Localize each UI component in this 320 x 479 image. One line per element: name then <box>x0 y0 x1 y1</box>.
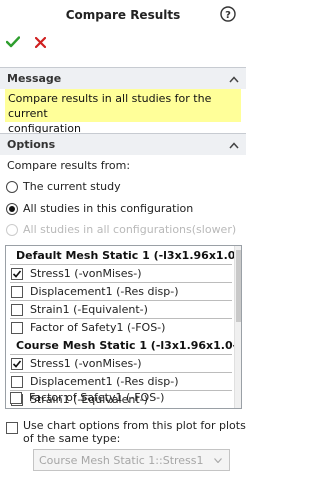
list-item-label: Stress1 (-vonMises-) <box>30 357 142 370</box>
list-item[interactable]: Factor of Safety1 (-FOS-) <box>10 390 230 406</box>
divider <box>10 354 232 355</box>
list-item[interactable]: Stress1 (-vonMises-) <box>11 266 231 282</box>
chart-source-dropdown[interactable]: Course Mesh Static 1::Stress1 <box>33 449 230 471</box>
checkbox-checked[interactable] <box>11 268 23 280</box>
message-section-title: Message <box>7 72 62 85</box>
radio-label: All studies in all configurations(slower… <box>23 223 237 236</box>
checkbox[interactable] <box>10 392 22 404</box>
list-item[interactable]: Strain1 (-Equivalent-) <box>11 302 231 318</box>
checkbox[interactable] <box>11 376 23 388</box>
chevron-up-icon[interactable] <box>229 142 239 149</box>
divider <box>10 372 232 373</box>
radio-button[interactable] <box>6 181 18 193</box>
divider <box>10 318 232 319</box>
list-item-label: Strain1 (-Equivalent-) <box>30 303 148 316</box>
help-icon[interactable]: ? <box>220 6 236 22</box>
list-item-label: Stress1 (-vonMises-) <box>30 267 142 280</box>
divider <box>10 282 232 283</box>
divider <box>10 300 232 301</box>
svg-text:?: ? <box>225 10 231 21</box>
checkbox[interactable] <box>11 304 23 316</box>
chevron-up-icon[interactable] <box>229 76 239 83</box>
panel-title: Compare Results <box>65 8 181 22</box>
list-item-label: Displacement1 (-Res disp-) <box>30 285 179 298</box>
compare-from-label: Compare results from: <box>7 159 131 172</box>
options-section-header[interactable]: Options <box>0 133 246 155</box>
radio-all-studies-all-configs: All studies in all configurations(slower… <box>6 222 242 238</box>
radio-label: The current study <box>23 180 121 193</box>
options-section-title: Options <box>7 138 56 151</box>
checkbox-checked[interactable] <box>11 358 23 370</box>
radio-all-studies-config[interactable]: All studies in this configuration <box>6 201 236 217</box>
list-item[interactable]: Stress1 (-vonMises-) <box>11 356 231 372</box>
radio-current-study[interactable]: The current study <box>6 179 236 195</box>
checkbox[interactable] <box>6 422 18 434</box>
chevron-down-icon[interactable] <box>214 458 222 463</box>
list-item-label: Displacement1 (-Res disp-) <box>30 375 179 388</box>
dropdown-value: Course Mesh Static 1::Stress1 <box>39 454 204 467</box>
scrollbar-thumb[interactable] <box>236 250 241 322</box>
scrollbar[interactable] <box>234 246 241 408</box>
results-listbox[interactable]: Default Mesh Static 1 (-l3x1.96x1.0-) St… <box>5 245 242 409</box>
divider <box>10 264 232 265</box>
radio-label: All studies in this configuration <box>23 202 194 215</box>
list-item-label: Factor of Safety1 (-FOS-) <box>29 391 165 404</box>
radio-button-disabled <box>6 224 18 236</box>
list-item-label: Factor of Safety1 (-FOS-) <box>30 321 166 334</box>
use-chart-options-line-2: of the same type: <box>23 432 121 445</box>
use-chart-options-line-1: Use chart options from this plot for plo… <box>23 419 246 432</box>
use-chart-options[interactable]: Use chart options from this plot for plo… <box>6 419 246 447</box>
use-chart-options-label: Use chart options from this plot for plo… <box>23 419 246 445</box>
message-box: Compare results in all studies for the c… <box>5 89 241 135</box>
list-item[interactable]: Displacement1 (-Res disp-) <box>11 284 231 300</box>
cancel-close-icon[interactable] <box>35 37 46 48</box>
ok-checkmark-icon[interactable] <box>6 36 20 48</box>
list-item[interactable]: Displacement1 (-Res disp-) <box>11 374 231 390</box>
group-title: Course Mesh Static 1 (-l3x1.96x1.0-) <box>16 339 242 352</box>
message-section-header[interactable]: Message <box>0 67 246 89</box>
checkbox[interactable] <box>11 286 23 298</box>
message-line-1: Compare results in all studies for the c… <box>8 92 212 120</box>
list-item[interactable]: Factor of Safety1 (-FOS-) <box>11 320 231 336</box>
radio-button-selected[interactable] <box>6 203 18 215</box>
group-title: Default Mesh Static 1 (-l3x1.96x1.0-) <box>16 249 242 262</box>
checkbox[interactable] <box>11 322 23 334</box>
